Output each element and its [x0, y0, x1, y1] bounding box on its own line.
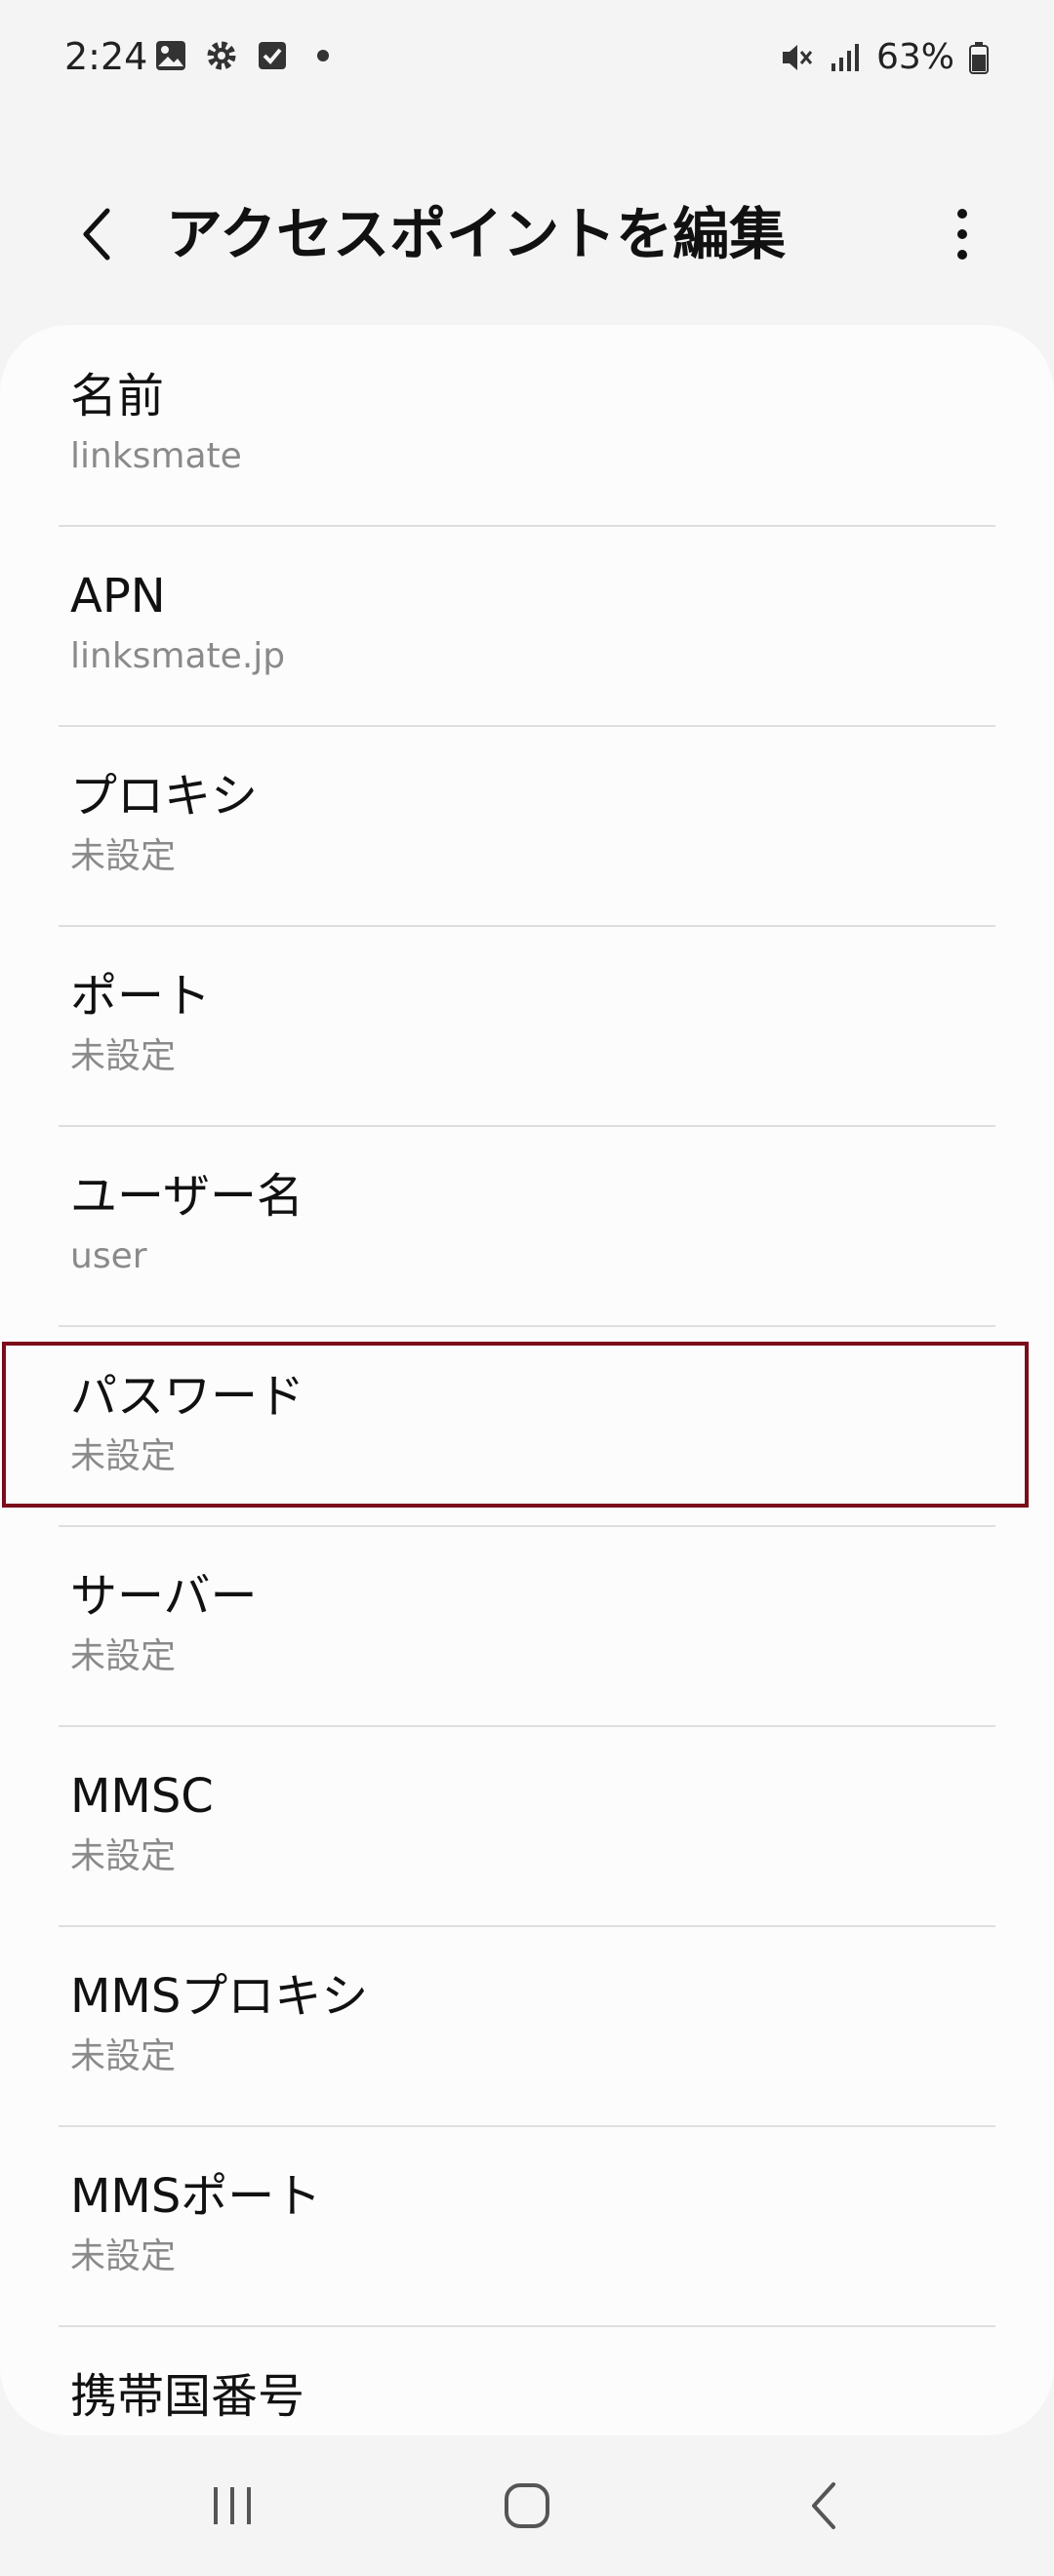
setting-title: MMSC [70, 1769, 214, 1824]
setting-value: 未設定 [70, 1436, 177, 1476]
setting-title: MMSポート [70, 2169, 322, 2224]
setting-name[interactable]: 名前 linksmate [0, 325, 1054, 524]
back-icon [812, 2482, 835, 2529]
setting-value: 未設定 [70, 1836, 177, 1876]
setting-title: ポート [70, 969, 212, 1024]
home-icon [505, 2483, 549, 2528]
image-icon [156, 41, 185, 70]
status-bar: 2:24 63% [0, 0, 1054, 115]
chevron-left-icon [83, 208, 110, 261]
navigation-bar [0, 2435, 1054, 2576]
recent-apps-icon [214, 2487, 251, 2524]
setting-value: 未設定 [70, 836, 177, 876]
setting-mms-proxy[interactable]: MMSプロキシ 未設定 [0, 1925, 1054, 2124]
more-options-button[interactable] [925, 197, 999, 271]
home-button[interactable] [468, 2465, 586, 2547]
battery-icon [969, 42, 989, 74]
more-vertical-icon [957, 209, 967, 260]
setting-title: 携帯国番号 [70, 2369, 305, 2424]
system-icons: 63% [779, 35, 990, 80]
setting-username[interactable]: ユーザー名 user [0, 1125, 1054, 1324]
setting-title: 名前 [70, 369, 165, 423]
setting-value: 未設定 [70, 2036, 177, 2076]
setting-mmsc[interactable]: MMSC 未設定 [0, 1725, 1054, 1924]
setting-title: MMSプロキシ [70, 1969, 369, 2024]
setting-value: 未設定 [70, 1636, 177, 1676]
setting-mms-port[interactable]: MMSポート 未設定 [0, 2125, 1054, 2324]
notification-icons [154, 39, 340, 72]
dot-icon [317, 50, 329, 61]
setting-title: ユーザー名 [70, 1169, 304, 1224]
gear-icon [207, 41, 236, 70]
setting-title: サーバー [70, 1569, 258, 1624]
setting-title: パスワード [70, 1369, 305, 1424]
setting-value: 未設定 [70, 2236, 177, 2276]
back-button[interactable] [59, 197, 133, 271]
setting-password[interactable]: パスワード 未設定 [0, 1325, 1054, 1524]
recent-apps-button[interactable] [174, 2465, 291, 2547]
app-header: アクセスポイントを編集 [0, 176, 1054, 293]
settings-list: 名前 linksmate APN linksmate.jp プロキシ 未設定 ポ… [0, 325, 1054, 2435]
setting-value: linksmate.jp [70, 636, 286, 676]
checkbox-icon [259, 42, 286, 69]
signal-icon [831, 44, 859, 71]
setting-server[interactable]: サーバー 未設定 [0, 1525, 1054, 1724]
setting-title: プロキシ [70, 769, 259, 824]
setting-apn[interactable]: APN linksmate.jp [0, 525, 1054, 724]
setting-value: 未設定 [70, 1036, 177, 1076]
status-time: 2:24 [64, 35, 148, 78]
nav-back-button[interactable] [765, 2465, 882, 2547]
mute-icon [782, 45, 813, 70]
setting-port[interactable]: ポート 未設定 [0, 925, 1054, 1124]
setting-value: linksmate [70, 436, 242, 476]
setting-value: user [70, 1236, 147, 1276]
battery-percent: 63% [875, 37, 954, 77]
setting-mcc[interactable]: 携帯国番号 [0, 2325, 1054, 2435]
setting-proxy[interactable]: プロキシ 未設定 [0, 725, 1054, 924]
page-title: アクセスポイントを編集 [166, 201, 787, 267]
setting-title: APN [70, 569, 166, 624]
